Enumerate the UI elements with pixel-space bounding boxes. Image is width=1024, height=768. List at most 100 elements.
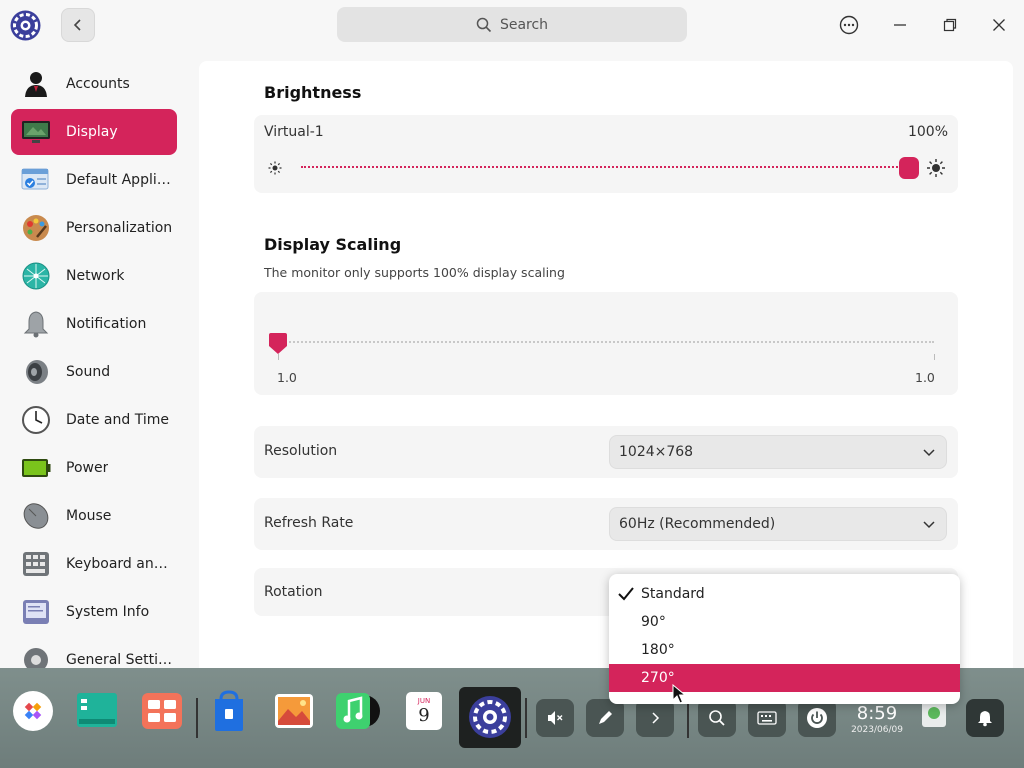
sidebar-item-display[interactable]: Display xyxy=(11,109,177,155)
user-icon xyxy=(21,69,51,99)
sidebar-item-notification[interactable]: Notification xyxy=(11,301,177,347)
workspace-button[interactable] xyxy=(138,687,186,735)
multitask-view-button[interactable] xyxy=(73,687,121,735)
battery-icon xyxy=(21,453,51,483)
keyboard-icon xyxy=(21,549,51,579)
sidebar-item-mouse[interactable]: Mouse xyxy=(11,493,177,539)
rotation-option-standard[interactable]: Standard xyxy=(609,580,960,608)
brightness-slider-track[interactable] xyxy=(301,166,909,170)
sidebar-item-keyboard[interactable]: Keyboard and ... xyxy=(11,541,177,587)
dock-search-button[interactable] xyxy=(698,699,736,737)
bell-icon xyxy=(21,309,51,339)
chevron-right-icon xyxy=(652,712,660,724)
close-icon xyxy=(993,19,1005,31)
sidebar: Accounts Display Default Applic... Perso… xyxy=(0,50,188,668)
sidebar-item-label: General Settin... xyxy=(66,652,176,668)
control-center-logo-icon xyxy=(9,9,42,42)
search-icon xyxy=(709,710,725,726)
resolution-value: 1024×768 xyxy=(619,444,694,460)
power-button[interactable] xyxy=(798,699,836,737)
tray-expand-button[interactable] xyxy=(636,699,674,737)
sidebar-item-label: Network xyxy=(66,268,125,284)
sidebar-item-accounts[interactable]: Accounts xyxy=(11,61,177,107)
sidebar-item-label: Keyboard and ... xyxy=(66,556,176,572)
app-store-icon xyxy=(215,690,243,731)
scaling-panel: 1.0 1.0 xyxy=(254,292,958,395)
search-icon xyxy=(476,17,492,32)
launcher-button[interactable] xyxy=(9,687,57,735)
control-center-dock-button[interactable] xyxy=(459,687,521,748)
screenshot-button[interactable] xyxy=(586,699,624,737)
rotation-option-90[interactable]: 90° xyxy=(609,608,960,636)
sidebar-item-network[interactable]: Network xyxy=(11,253,177,299)
workspace-icon xyxy=(142,693,182,729)
dock-divider xyxy=(525,698,527,738)
rotation-menu: Standard 90° 180° 270° xyxy=(609,574,960,704)
sidebar-item-personalization[interactable]: Personalization xyxy=(11,205,177,251)
music-button[interactable] xyxy=(333,687,381,735)
title-bar: Search xyxy=(0,0,1024,50)
app-store-button[interactable] xyxy=(205,687,253,735)
gear-icon xyxy=(21,645,51,668)
clock-time[interactable]: 8:59 xyxy=(852,703,902,724)
restore-icon xyxy=(943,18,957,32)
sidebar-item-label: System Info xyxy=(66,604,150,620)
rotation-option-270[interactable]: 270° xyxy=(609,664,960,692)
sidebar-item-power[interactable]: Power xyxy=(11,445,177,491)
brightness-panel: Virtual-1 100% xyxy=(254,115,958,193)
rotation-label: Rotation xyxy=(264,584,323,600)
calendar-month: JUN xyxy=(417,697,431,705)
notification-center-button[interactable] xyxy=(966,699,1004,737)
more-icon xyxy=(839,15,859,35)
brightness-title: Brightness xyxy=(264,83,362,102)
sidebar-item-default-applications[interactable]: Default Applic... xyxy=(11,157,177,203)
calendar-day: 9 xyxy=(418,705,430,726)
scaling-slider-track[interactable] xyxy=(278,341,934,344)
rotation-option-label: 180° xyxy=(641,642,675,658)
minimize-icon xyxy=(894,24,906,26)
sidebar-item-general-settings[interactable]: General Settin... xyxy=(11,637,177,668)
volume-muted-icon xyxy=(548,711,563,725)
refresh-rate-label: Refresh Rate xyxy=(264,515,354,531)
chevron-down-icon xyxy=(923,521,935,529)
monitor-name: Virtual-1 xyxy=(264,124,324,140)
launcher-icon xyxy=(13,691,53,731)
image-viewer-icon xyxy=(275,694,313,728)
refresh-rate-row: Refresh Rate 60Hz (Recommended) xyxy=(254,498,958,550)
rotation-option-180[interactable]: 180° xyxy=(609,636,960,664)
search-placeholder: Search xyxy=(499,16,549,33)
chevron-down-icon xyxy=(923,449,935,457)
pen-icon xyxy=(599,711,612,724)
mouse-cursor-icon xyxy=(672,684,686,704)
image-viewer-button[interactable] xyxy=(270,687,318,735)
dock-divider xyxy=(687,698,689,738)
keyboard-icon xyxy=(757,711,777,725)
scaling-slider-handle[interactable] xyxy=(268,332,288,360)
sidebar-item-date-and-time[interactable]: Date and Time xyxy=(11,397,177,443)
brightness-slider-handle[interactable] xyxy=(899,157,919,179)
chevron-left-icon xyxy=(73,19,81,31)
control-center-icon xyxy=(469,696,511,738)
maximize-button[interactable] xyxy=(937,12,963,38)
sidebar-item-sound[interactable]: Sound xyxy=(11,349,177,395)
refresh-rate-dropdown[interactable]: 60Hz (Recommended) xyxy=(609,507,947,541)
brightness-high-icon xyxy=(927,159,945,177)
more-options-button[interactable] xyxy=(836,12,862,38)
sidebar-item-label: Display xyxy=(66,124,118,140)
volume-button[interactable] xyxy=(536,699,574,737)
resolution-dropdown[interactable]: 1024×768 xyxy=(609,435,947,469)
search-input[interactable]: Search xyxy=(337,7,687,42)
speaker-icon xyxy=(21,357,51,387)
calendar-button[interactable]: JUN 9 xyxy=(400,687,448,735)
sidebar-item-label: Date and Time xyxy=(66,412,169,428)
checkmark-icon xyxy=(618,587,634,601)
sidebar-item-system-info[interactable]: System Info xyxy=(11,589,177,635)
monitor-icon xyxy=(21,117,51,147)
onscreen-keyboard-button[interactable] xyxy=(748,699,786,737)
back-button[interactable] xyxy=(61,8,95,42)
minimize-button[interactable] xyxy=(887,12,913,38)
rotation-option-label: Standard xyxy=(641,586,705,602)
close-button[interactable] xyxy=(986,12,1012,38)
refresh-rate-value: 60Hz (Recommended) xyxy=(619,516,776,532)
sidebar-item-label: Default Applic... xyxy=(66,172,176,188)
